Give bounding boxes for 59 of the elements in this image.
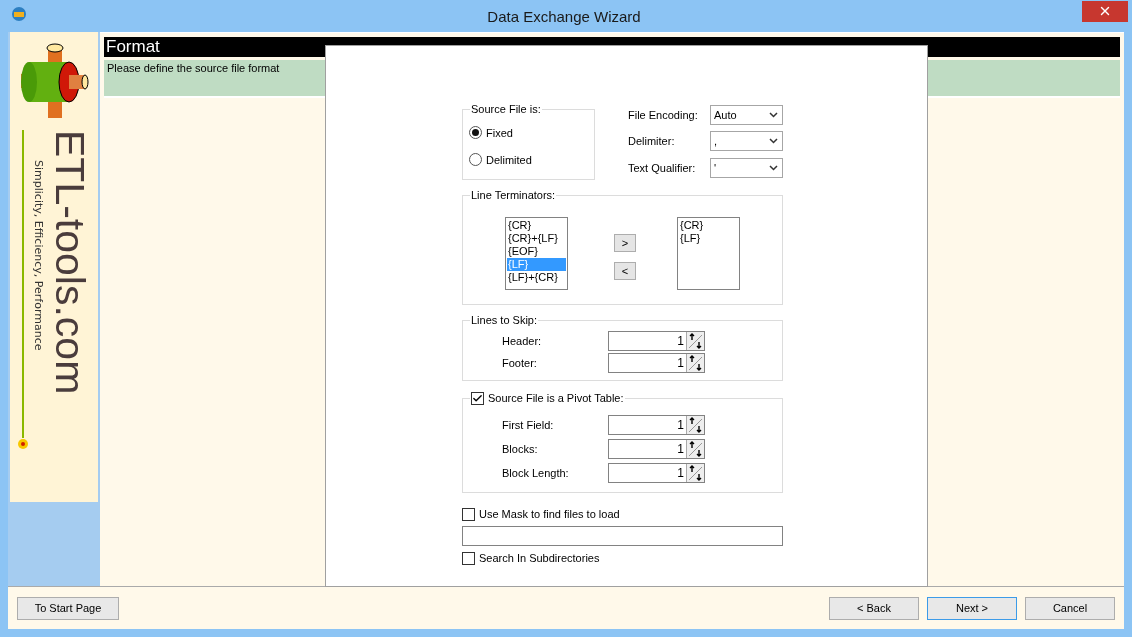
list-box[interactable]: {CR} {CR}+{LF} {EOF} {LF} {LF}+{CR} [505,217,568,290]
list-item[interactable]: {LF} [679,232,738,245]
spin-field[interactable]: 1 [608,415,705,435]
logo-tagline: Simplicity, Efficiency, Performance [32,160,45,353]
vine-line-icon [18,130,28,452]
spin-arrows-icon[interactable] [686,332,704,350]
radio-button[interactable] [469,153,482,166]
group-label: Line Terminators: [470,189,557,201]
remove-button[interactable]: < [614,262,636,280]
list-item[interactable]: {CR} [507,219,566,232]
field-label: Footer: [502,357,538,369]
field-label: First Field: [502,419,555,431]
list-item[interactable]: {EOF} [507,245,566,258]
radio-label: Fixed [486,126,513,139]
field-label: File Encoding: [628,108,699,121]
field-label: Blocks: [502,443,539,455]
mask-input-field[interactable] [462,526,783,546]
checkbox-label: Search In Subdirectories [479,552,600,564]
group-label: Source File is: [470,103,542,115]
wizard-button[interactable]: Next > [927,596,1017,620]
caret-icon[interactable] [769,111,778,118]
caret-icon[interactable] [769,165,778,172]
spin-arrows-icon[interactable] [686,440,704,458]
spin-field[interactable]: 1 [608,439,705,459]
checkbox[interactable] [471,391,484,405]
radio-label: Delimited [486,153,532,166]
checkbox[interactable] [462,551,475,565]
list-item[interactable]: {CR}+{LF} [507,232,566,245]
caret-icon[interactable] [769,138,778,145]
spin-field[interactable]: 1 [608,463,705,483]
field-label: Block Length: [502,467,570,479]
wizard-button[interactable]: Cancel [1025,596,1115,620]
spin-field[interactable]: 1 [608,331,705,351]
list-box[interactable]: {CR} {LF} [677,217,740,290]
start-page-button[interactable]: To Start Page [17,596,119,620]
radio-button[interactable] [469,126,482,139]
dropdown[interactable]: Auto [710,104,783,125]
spin-arrows-icon[interactable] [686,464,704,482]
dropdown[interactable]: ' [710,158,783,179]
field-label: Text Qualifier: [628,162,697,175]
group-label: Lines to Skip: [470,314,539,326]
spin-arrows-icon[interactable] [686,416,704,434]
add-button[interactable]: > [614,234,636,252]
field-label: Header: [502,335,543,347]
checkbox-label: Use Mask to find files to load [479,508,620,520]
list-item[interactable]: {CR} [679,219,738,232]
close-button[interactable] [1082,0,1128,22]
checkbox-label: Source File is a Pivot Table: [488,392,624,404]
wizard-button[interactable]: < Back [829,596,919,620]
field-label: Delimiter: [628,135,676,148]
window-title: Data Exchange Wizard [486,7,642,25]
spin-field[interactable]: 1 [608,353,705,373]
logo-text: ETL-tools.com [49,130,90,397]
checkbox[interactable] [462,507,475,521]
close-icon[interactable] [1098,4,1112,18]
app-icon [10,5,28,23]
list-item[interactable]: {LF}+{CR} [507,271,566,284]
spin-arrows-icon[interactable] [686,354,704,372]
dropdown[interactable]: , [710,131,783,152]
